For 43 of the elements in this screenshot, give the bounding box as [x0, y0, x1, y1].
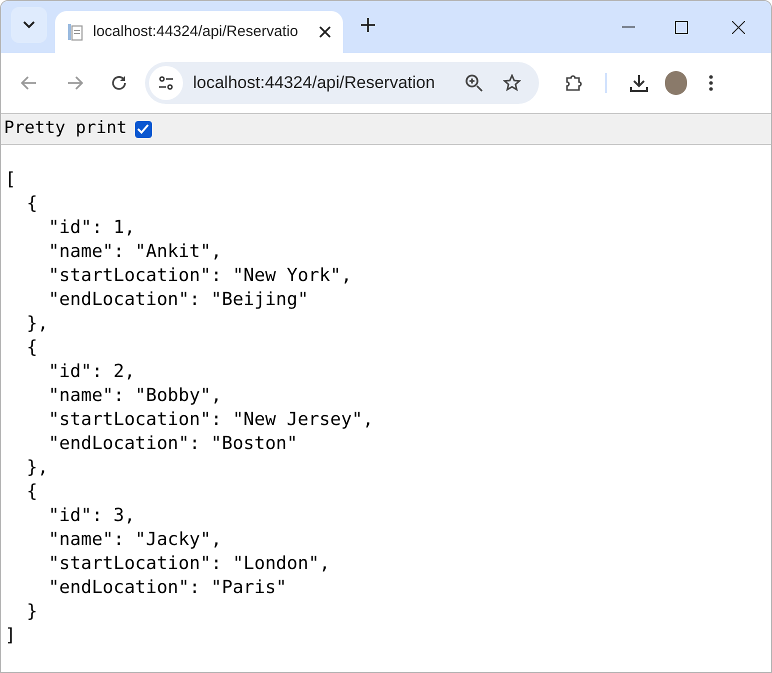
address-bar[interactable]: localhost:44324/api/Reservation — [145, 62, 539, 104]
json-line: { — [26, 192, 39, 216]
zoom-in-icon[interactable] — [465, 74, 483, 92]
forward-arrow-icon[interactable] — [67, 76, 83, 90]
menu-icon[interactable] — [709, 75, 713, 91]
json-line: }, — [26, 456, 50, 480]
document-icon — [67, 23, 83, 41]
maximize-icon[interactable] — [675, 20, 688, 34]
json-line: "endLocation": "Paris" — [47, 576, 288, 600]
browser-tab[interactable]: localhost:44324/api/Reservatio — [55, 11, 343, 53]
json-line: "startLocation": "New York", — [47, 264, 353, 288]
site-settings-icon[interactable] — [149, 66, 183, 100]
reload-icon[interactable] — [111, 75, 127, 91]
new-tab-icon[interactable] — [361, 18, 375, 32]
json-line: "startLocation": "London", — [47, 552, 332, 576]
profile-avatar[interactable] — [665, 71, 687, 95]
pretty-print-checkbox[interactable] — [134, 120, 152, 138]
back-arrow-icon[interactable] — [21, 76, 37, 90]
star-icon[interactable] — [503, 74, 521, 92]
json-line: { — [26, 480, 39, 504]
json-line: "id": 2, — [47, 360, 136, 384]
json-line: "startLocation": "New Jersey", — [47, 408, 374, 432]
url-text: localhost:44324/api/Reservation — [193, 72, 436, 94]
puzzle-icon[interactable] — [565, 74, 583, 92]
json-line: "endLocation": "Beijing" — [47, 288, 310, 312]
minimize-icon[interactable] — [622, 26, 635, 28]
json-line: "name": "Ankit", — [47, 240, 223, 264]
pretty-print-label: Pretty print — [4, 117, 127, 140]
json-line: ] — [5, 624, 17, 648]
download-icon[interactable] — [629, 73, 649, 93]
json-line: "endLocation": "Boston" — [47, 432, 299, 456]
tab-title: localhost:44324/api/Reservatio — [93, 22, 300, 42]
json-line: "name": "Jacky", — [47, 528, 223, 552]
json-line: "id": 1, — [47, 216, 136, 240]
json-line: { — [26, 336, 39, 360]
json-line: "name": "Bobby", — [47, 384, 223, 408]
json-line: [ — [5, 168, 17, 192]
json-line: "id": 3, — [47, 504, 136, 528]
close-icon[interactable] — [319, 26, 331, 38]
chevron-down-icon — [23, 21, 35, 29]
json-line: }, — [26, 312, 50, 336]
json-line: } — [26, 600, 39, 624]
close-icon[interactable] — [732, 20, 745, 34]
